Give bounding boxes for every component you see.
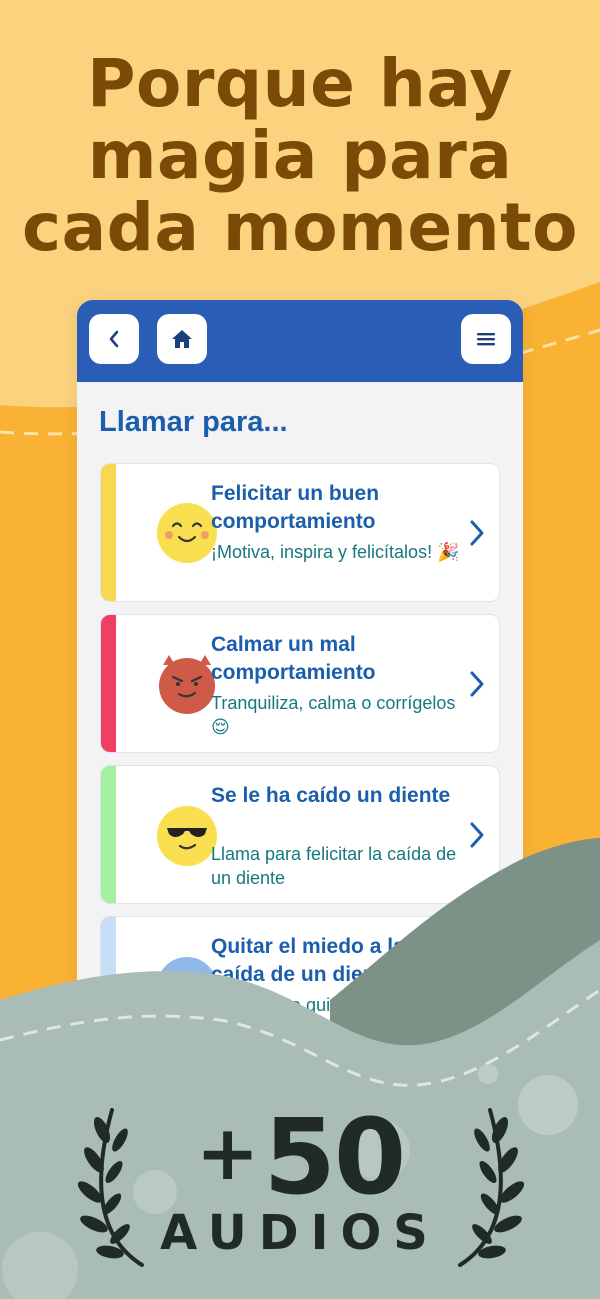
card-title: Felicitar un buen comportamiento xyxy=(211,482,380,533)
devil-face-icon xyxy=(159,655,215,714)
chevron-left-icon xyxy=(109,330,119,348)
chevron-right-icon xyxy=(470,822,484,848)
headline-line-3: cada momento xyxy=(22,189,578,266)
card-description: Tranquiliza, calma o corrígelos 😌 xyxy=(211,693,456,737)
audio-count-number: 50 xyxy=(263,1096,406,1218)
card-calm-behavior[interactable]: Calmar un mal comportamiento Tranquiliza… xyxy=(100,614,500,753)
sunglasses-face-icon xyxy=(157,806,217,866)
card-accent-stripe xyxy=(101,917,116,1054)
card-accent-stripe xyxy=(101,615,116,752)
card-description: Llama para felicitar la caída de un dien… xyxy=(211,844,457,888)
home-button[interactable] xyxy=(157,314,207,364)
audios-label: AUDIOS xyxy=(160,1205,440,1261)
card-description: ¡Motiva, inspira y felicítalos! 🎉 xyxy=(211,542,460,562)
card-description: Llama para quitar el temor a la caída de… xyxy=(211,995,456,1039)
card-tooth-fell[interactable]: Se le ha caído un diente Llama para feli… xyxy=(100,765,500,904)
chevron-right-icon xyxy=(470,671,484,697)
card-title: Quitar el miedo a la caída de un diente xyxy=(211,935,405,986)
card-accent-stripe xyxy=(101,464,116,601)
section-title: Llamar para... xyxy=(99,406,288,438)
app-bar xyxy=(77,300,523,382)
chevron-right-icon xyxy=(470,520,484,546)
happy-face-icon xyxy=(157,503,217,563)
headline: Porque hay magia para cada momento xyxy=(0,48,600,264)
home-icon xyxy=(172,330,192,348)
menu-button[interactable] xyxy=(461,314,511,364)
headline-line-1: Porque hay xyxy=(87,45,513,122)
headline-line-2: magia para xyxy=(87,117,513,194)
card-title: Se le ha caído un diente xyxy=(211,784,451,807)
back-button[interactable] xyxy=(89,314,139,364)
card-title: Calmar un mal comportamiento xyxy=(211,633,376,684)
plus-sign: + xyxy=(195,1108,260,1197)
app-screen: Llamar para... Felicitar un buen comport… xyxy=(77,300,523,1060)
card-tooth-fear[interactable]: Quitar el miedo a la caída de un diente … xyxy=(100,916,500,1055)
card-praise-behavior[interactable]: Felicitar un buen comportamiento ¡Motiva… xyxy=(100,463,500,602)
hamburger-menu-icon xyxy=(477,333,495,346)
worried-face-icon xyxy=(157,957,217,1017)
audio-count: +50 xyxy=(0,1098,600,1212)
card-accent-stripe xyxy=(101,766,116,903)
